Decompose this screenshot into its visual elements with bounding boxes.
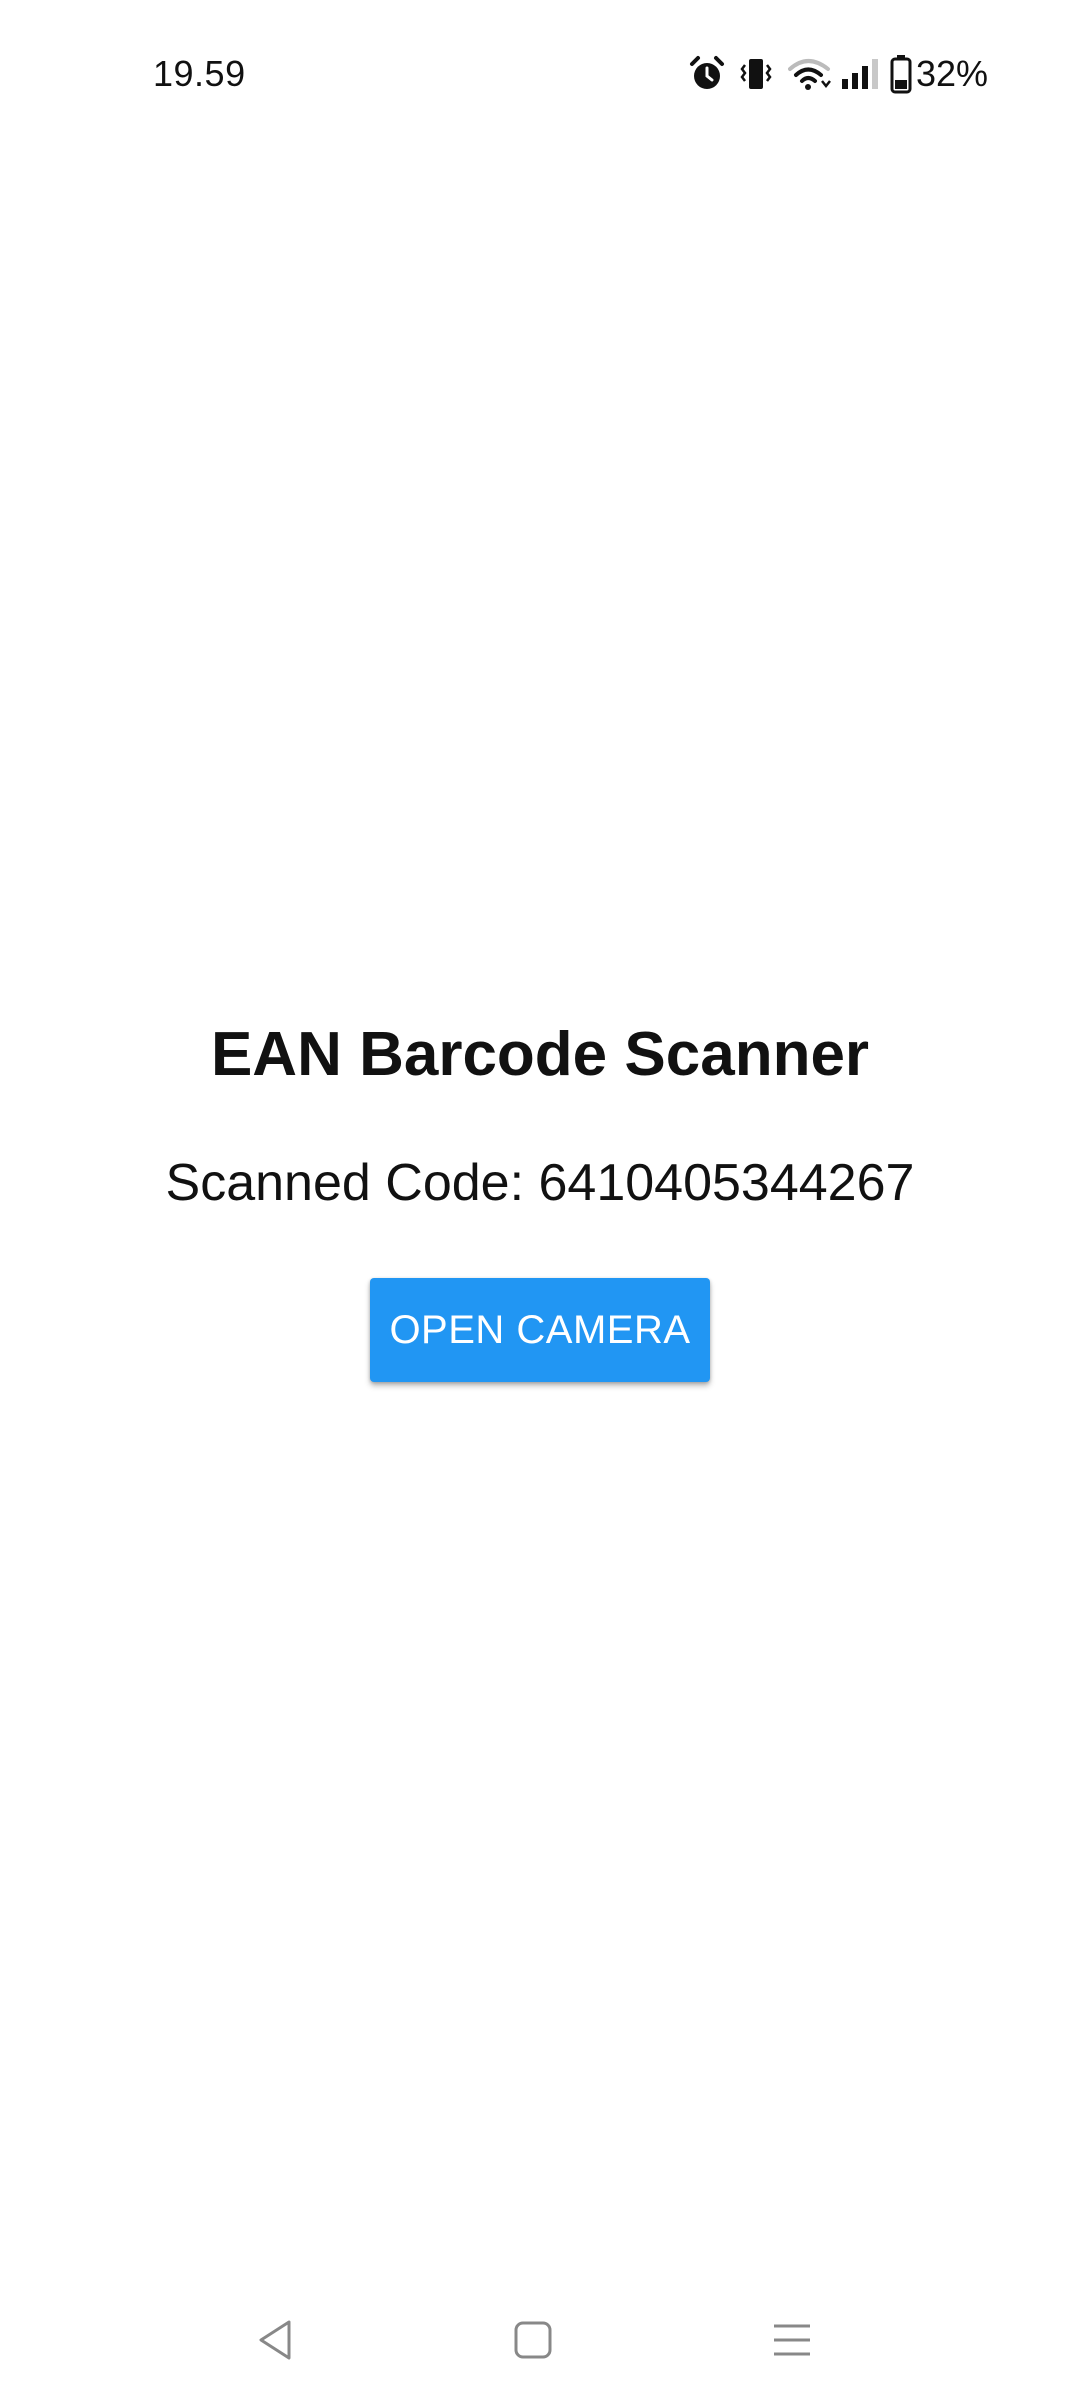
scanned-code-label: Scanned Code: — [165, 1154, 525, 1212]
open-camera-button[interactable]: OPEN CAMERA — [370, 1278, 710, 1382]
app-screen: 19.59 32% EAN Barcode Scanner Scanned Co… — [0, 0, 1080, 2400]
back-button[interactable] — [245, 2310, 305, 2370]
battery-percent: 32% — [915, 53, 988, 94]
vibrate-icon — [738, 55, 774, 93]
status-bar: 19.59 32% — [0, 0, 1080, 150]
signal-icon — [840, 55, 880, 93]
scanned-code-value: 6410405344267 — [538, 1154, 915, 1212]
status-icons: 32% — [688, 48, 988, 100]
scanned-code-row: Scanned Code: 6410405344267 — [0, 1148, 1080, 1218]
home-button[interactable] — [503, 2310, 563, 2370]
wifi-icon — [787, 55, 832, 93]
page-title: EAN Barcode Scanner — [210, 1020, 870, 1089]
recents-button[interactable] — [762, 2310, 822, 2370]
battery-icon — [890, 54, 912, 94]
main-content: EAN Barcode Scanner Scanned Code: 641040… — [0, 1010, 1080, 1382]
recents-icon — [774, 2324, 810, 2356]
alarm-icon — [688, 55, 726, 93]
navigation-bar — [0, 2270, 1080, 2400]
home-icon — [514, 2321, 552, 2359]
back-icon — [259, 2320, 291, 2360]
status-time: 19.59 — [153, 53, 246, 94]
